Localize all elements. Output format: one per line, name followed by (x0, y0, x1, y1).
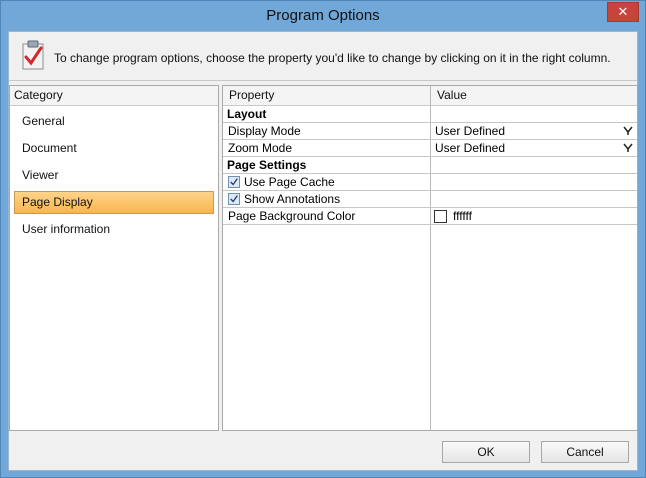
clipboard-check-icon (22, 40, 44, 70)
display-mode-row[interactable]: Display Mode User Defined (223, 123, 637, 140)
dropdown-arrow-icon[interactable] (623, 143, 633, 153)
zoom-mode-row[interactable]: Zoom Mode User Defined (223, 140, 637, 157)
property-grid: Property Value Layout Display Mode User … (222, 85, 638, 431)
property-column-header[interactable]: Property (223, 86, 274, 106)
display-mode-value[interactable]: User Defined (435, 124, 505, 139)
page-background-color-value[interactable]: ffffff (453, 209, 472, 224)
info-text: To change program options, choose the pr… (54, 51, 611, 65)
dropdown-arrow-icon[interactable] (623, 126, 633, 136)
value-column-header[interactable]: Value (431, 86, 467, 106)
category-item-user-information[interactable]: User information (14, 218, 214, 241)
show-annotations-row[interactable]: Show Annotations (223, 191, 637, 208)
use-page-cache-row[interactable]: Use Page Cache (223, 174, 637, 191)
color-swatch[interactable] (434, 210, 447, 223)
layout-section-label: Layout (227, 107, 267, 121)
close-button[interactable]: ✕ (607, 2, 639, 22)
cancel-button[interactable]: Cancel (541, 441, 629, 463)
display-mode-label: Display Mode (228, 124, 301, 138)
ok-button[interactable]: OK (442, 441, 530, 463)
show-annotations-checkbox[interactable] (228, 193, 240, 205)
category-item-document[interactable]: Document (14, 137, 214, 160)
use-page-cache-label: Use Page Cache (244, 175, 335, 189)
use-page-cache-checkbox[interactable] (228, 176, 240, 188)
page-settings-section-label: Page Settings (227, 158, 307, 172)
layout-section-row[interactable]: Layout (223, 106, 637, 123)
category-header: Category (10, 86, 218, 106)
zoom-mode-value[interactable]: User Defined (435, 141, 505, 156)
show-annotations-label: Show Annotations (244, 192, 341, 206)
title-bar[interactable]: Program Options ✕ (1, 1, 645, 31)
category-item-general[interactable]: General (14, 110, 214, 133)
program-options-window: Program Options ✕ To change program opti… (0, 0, 646, 478)
window-title: Program Options (266, 7, 380, 24)
zoom-mode-label: Zoom Mode (228, 141, 293, 155)
dialog-client-area: To change program options, choose the pr… (8, 31, 638, 471)
page-settings-section-row[interactable]: Page Settings (223, 157, 637, 174)
info-bar: To change program options, choose the pr… (9, 32, 637, 81)
page-background-color-row[interactable]: Page Background Color ffffff (223, 208, 637, 225)
category-panel: Category General Document Viewer Page Di… (9, 85, 219, 431)
page-background-color-label: Page Background Color (228, 209, 356, 223)
category-item-page-display[interactable]: Page Display (14, 191, 214, 214)
category-item-viewer[interactable]: Viewer (14, 164, 214, 187)
